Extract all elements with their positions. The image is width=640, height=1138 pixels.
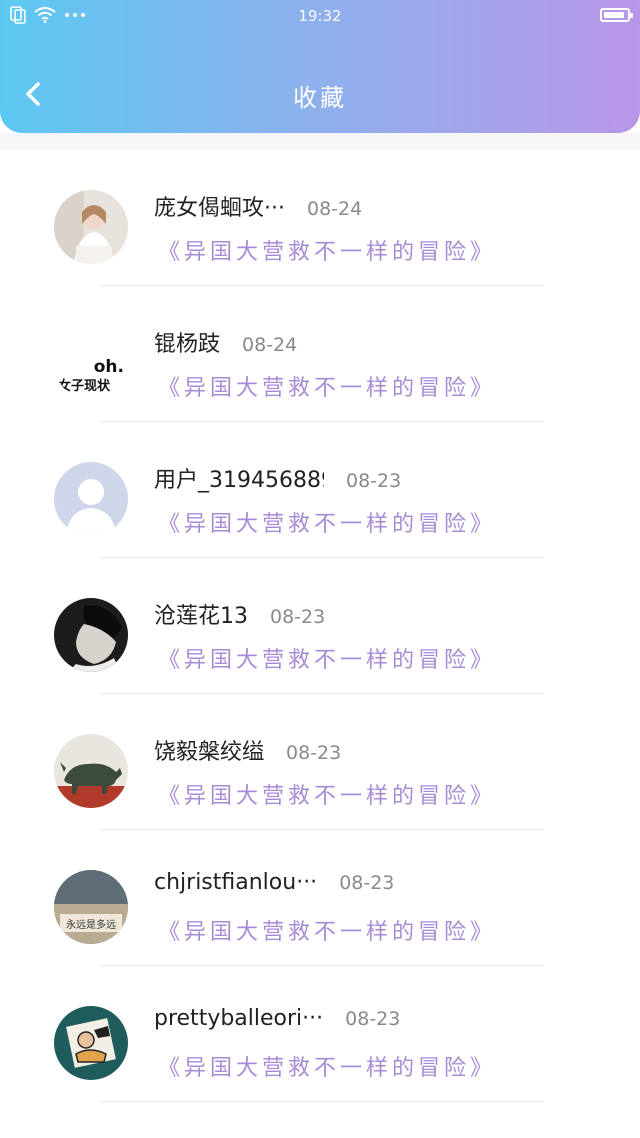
avatar-image xyxy=(54,734,128,808)
movie-title[interactable]: 《异国大营救不一样的冒险》 xyxy=(158,914,496,946)
date-label: 08-24 xyxy=(306,198,363,220)
date-label: 08-24 xyxy=(242,334,298,356)
movie-title[interactable]: 《异国大营救不一样的冒险》 xyxy=(158,1050,496,1082)
date-label: 08-23 xyxy=(345,1008,401,1030)
avatar-image: oh. 女子现状 xyxy=(54,326,128,400)
movie-title[interactable]: 《异国大营救不一样的冒险》 xyxy=(158,506,496,538)
list-item[interactable]: 用户_319456889 08-23 《异国大营救不一样的冒险》 xyxy=(0,422,640,558)
svg-text:女子现状: 女子现状 xyxy=(58,378,111,394)
list-item[interactable]: 庞女偈蛔攻··· 08-24 《异国大营救不一样的冒险》 xyxy=(0,150,640,286)
header-bar: 19:32 收藏 xyxy=(0,0,640,133)
user-name: 饶毅槃绞缢 xyxy=(154,740,265,765)
list-item[interactable]: prettyballeori··· 08-23 《异国大营救不一样的冒险》 xyxy=(0,966,640,1102)
status-time: 19:32 xyxy=(298,7,342,25)
user-name: 用户_319456889 xyxy=(154,468,324,493)
avatar[interactable] xyxy=(54,598,128,672)
avatar[interactable] xyxy=(54,190,128,264)
user-name: 庞女偈蛔攻··· xyxy=(154,196,285,221)
battery-icon xyxy=(600,8,633,22)
list-item[interactable]: oh. 女子现状 锟杨跂 08-24 《异国大营救不一样的冒险》 xyxy=(0,286,640,422)
list-item[interactable]: 饶毅槃绞缢 08-23 《异国大营救不一样的冒险》 xyxy=(0,694,640,830)
svg-text:oh.: oh. xyxy=(94,357,124,377)
movie-title[interactable]: 《异国大营救不一样的冒险》 xyxy=(158,370,496,402)
user-name: prettyballeori··· xyxy=(154,1006,324,1031)
list-item[interactable]: 沧莲花13 08-23 《异国大营救不一样的冒险》 xyxy=(0,558,640,694)
avatar[interactable] xyxy=(54,462,128,536)
list-item[interactable]: 永远是多远 chjristfianlou··· 08-23 《异国大营救不一样的… xyxy=(0,830,640,966)
divider xyxy=(100,1101,544,1102)
user-name: 沧莲花13 xyxy=(154,604,248,629)
avatar[interactable]: oh. 女子现状 xyxy=(54,326,128,400)
date-label: 08-23 xyxy=(270,606,326,628)
date-label: 08-23 xyxy=(339,872,395,894)
avatar[interactable] xyxy=(54,1006,128,1080)
avatar-image xyxy=(54,598,128,672)
avatar-image xyxy=(54,190,128,264)
svg-text:永远是多远: 永远是多远 xyxy=(66,918,116,931)
movie-title[interactable]: 《异国大营救不一样的冒险》 xyxy=(158,234,496,266)
avatar-image xyxy=(54,1006,128,1080)
page-title: 收藏 xyxy=(293,84,347,112)
movie-title[interactable]: 《异国大营救不一样的冒险》 xyxy=(158,642,496,674)
user-name: 锟杨跂 xyxy=(154,332,221,357)
avatar[interactable]: 永远是多远 xyxy=(54,870,128,944)
header-gap xyxy=(0,133,640,150)
date-label: 08-23 xyxy=(286,742,342,764)
avatar[interactable] xyxy=(54,734,128,808)
user-name: chjristfianlou··· xyxy=(154,870,318,895)
movie-title[interactable]: 《异国大营救不一样的冒险》 xyxy=(158,778,496,810)
default-avatar-icon xyxy=(54,462,128,536)
date-label: 08-23 xyxy=(346,470,402,492)
avatar-image: 永远是多远 xyxy=(54,870,128,944)
status-bar: 19:32 xyxy=(0,0,640,32)
battery-fill xyxy=(604,12,624,18)
favorites-list: 庞女偈蛔攻··· 08-24 《异国大营救不一样的冒险》 oh. 女子现状 锟杨… xyxy=(0,150,640,1102)
